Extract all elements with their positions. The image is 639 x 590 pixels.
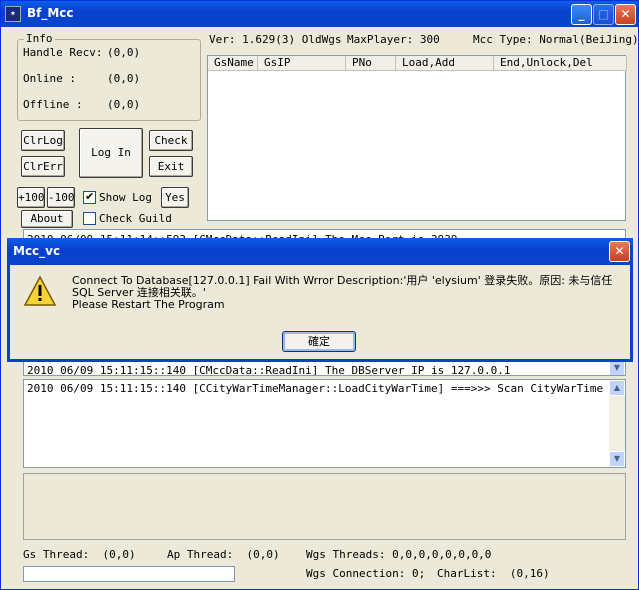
clr-log-button[interactable]: ClrLog [21,130,65,151]
dialog-title: Mcc_vc [13,244,61,258]
close-icon: ✕ [620,7,631,21]
yes-button[interactable]: Yes [161,187,189,208]
show-log-checkbox[interactable]: ✔ [83,190,96,204]
char-list-label: CharList: (0,16) [437,567,550,580]
handle-recv-value: (0,0) [107,46,141,59]
lower-log[interactable]: 2010 06/09 15:11:15::140 [CCityWarTimeMa… [23,379,626,468]
gs-thread-label: Gs Thread: (0,0) [23,548,136,561]
error-dialog: Mcc_vc ✕ Connect To Database[127.0.0.1] … [7,238,633,362]
log-in-button[interactable]: Log In [79,128,143,178]
offline-value: (0,0) [107,98,141,111]
show-log-label: Show Log [99,191,152,204]
check-guild-checkbox[interactable] [83,212,96,225]
info-legend: Info [24,32,55,45]
max-player-label: MaxPlayer: 300 [347,33,440,46]
online-label: Online : [23,72,76,85]
log-line: 2010 06/09 15:11:15::140 [CCityWarTimeMa… [27,382,626,395]
offline-label: Offline : [23,98,83,111]
server-list[interactable]: GsName GsIP PNo Load,Add End,Unlock,Del [207,55,627,221]
title-bar[interactable]: ✶ Bf_Mcc _ □ ✕ [1,1,638,27]
online-value: (0,0) [107,72,141,85]
wgs-connection-label: Wgs Connection: 0; [306,567,426,580]
ap-thread-label: Ap Thread: (0,0) [167,548,280,561]
window-title: Bf_Mcc [27,6,74,20]
close-button[interactable]: ✕ [615,4,636,25]
dialog-title-bar[interactable]: Mcc_vc ✕ [7,238,633,265]
handle-recv-label: Handle Recv: [23,46,103,59]
column-load-add[interactable]: Load,Add [396,56,494,71]
minus-100-button[interactable]: -100 [47,187,75,208]
dialog-message: Connect To Database[127.0.0.1] Fail With… [72,275,628,311]
column-end-unlock-del[interactable]: End,Unlock,Del [494,56,627,71]
status-panel [23,473,626,540]
status-input[interactable] [23,566,235,582]
version-label: Ver: 1.629(3) OldWgs [209,33,342,46]
app-icon: ✶ [5,6,21,22]
column-pno[interactable]: PNo [346,56,396,71]
dialog-message-line1: Connect To Database[127.0.0.1] Fail With… [72,274,613,299]
warning-icon [24,276,56,306]
clr-err-button[interactable]: ClrErr [21,156,65,177]
close-icon: ✕ [614,244,625,258]
exit-button[interactable]: Exit [149,156,193,177]
scroll-up-icon[interactable]: ▲ [609,380,625,396]
scroll-down-icon[interactable]: ▼ [609,451,625,467]
check-button[interactable]: Check [149,130,193,151]
dialog-close-button[interactable]: ✕ [609,241,630,262]
checkmark-icon: ✔ [85,190,95,203]
minimize-icon: _ [578,7,585,21]
check-guild-label: Check Guild [99,212,172,225]
about-button[interactable]: About [21,210,73,228]
column-gsip[interactable]: GsIP [258,56,346,71]
main-window: ✶ Bf_Mcc _ □ ✕ Info Handle Recv: (0,0) O… [0,0,639,590]
minimize-button[interactable]: _ [571,4,592,25]
scroll-down-icon[interactable]: ▼ [609,360,625,375]
mcc-type-label: Mcc Type: Normal(BeiJing) [473,33,639,46]
ok-button[interactable]: 確定 [282,331,356,352]
info-group: Info Handle Recv: (0,0) Online : (0,0) O… [17,32,201,121]
vertical-scrollbar[interactable]: ▲ ▼ [609,380,625,467]
column-gsname[interactable]: GsName [208,56,258,71]
dialog-message-line2: Please Restart The Program [72,298,225,311]
wgs-threads-label: Wgs Threads: 0,0,0,0,0,0,0,0 [306,548,492,561]
log-line: 2010 06/09 15:11:15::140 [CMccData::Read… [27,364,511,376]
maximize-button: □ [593,4,614,25]
plus-100-button[interactable]: +100 [17,187,45,208]
maximize-icon: □ [597,7,610,21]
